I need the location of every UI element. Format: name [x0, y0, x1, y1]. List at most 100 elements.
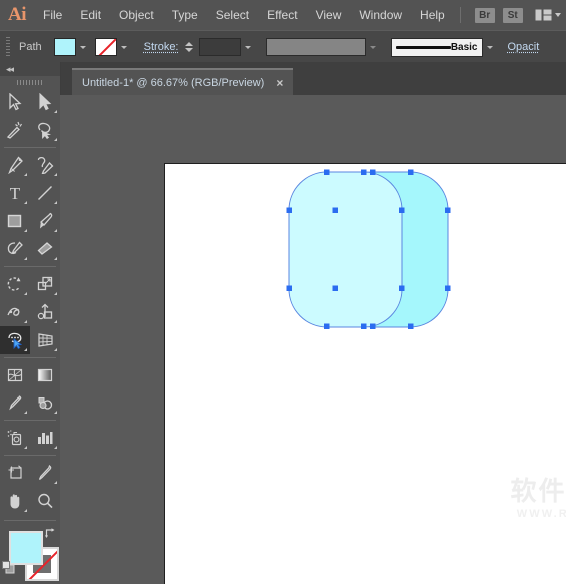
- mesh-tool[interactable]: [0, 361, 30, 389]
- line-segment-tool-icon: [38, 186, 52, 200]
- tool-group-indicator: [54, 173, 57, 176]
- menu-item-effect[interactable]: Effect: [258, 0, 306, 30]
- stroke-weight-input[interactable]: [198, 38, 241, 56]
- type-tool[interactable]: T: [0, 179, 30, 207]
- paintbrush-tool[interactable]: [30, 207, 60, 235]
- menu-item-object[interactable]: Object: [110, 0, 163, 30]
- eraser-tool[interactable]: [30, 235, 60, 263]
- bridge-button[interactable]: Br: [474, 7, 495, 23]
- brush-name-label: Basic: [450, 41, 478, 53]
- opacity-label[interactable]: Opacit: [508, 41, 540, 53]
- rectangle-tool-icon: [7, 214, 22, 228]
- shaper-tool[interactable]: [0, 235, 30, 263]
- app-logo: Ai: [8, 4, 27, 25]
- fill-stroke-proxy: [0, 525, 60, 584]
- brush-definition-field[interactable]: Basic: [390, 37, 483, 57]
- stroke-weight-dropdown-arrow[interactable]: [240, 38, 256, 56]
- tool-divider: [4, 420, 56, 421]
- slice-tool[interactable]: [30, 459, 60, 487]
- stroke-dropdown-arrow[interactable]: [116, 38, 132, 56]
- tool-divider: [4, 455, 56, 456]
- rectangle-tool[interactable]: [0, 207, 30, 235]
- lasso-tool[interactable]: [30, 116, 60, 144]
- scale-tool[interactable]: [30, 270, 60, 298]
- stroke-weight-label[interactable]: Stroke:: [144, 41, 179, 53]
- control-bar: Path Stroke: Basic Opacit: [0, 30, 566, 64]
- watermark: 软件自学网 WWW.RJZXW.COM: [503, 479, 566, 520]
- width-profile-dropdown-arrow[interactable]: [365, 38, 381, 56]
- width-tool[interactable]: [0, 298, 30, 326]
- stroke-weight-stepper[interactable]: [184, 38, 195, 56]
- brush-stroke-preview-icon: [395, 45, 451, 49]
- chevron-down-icon: [554, 13, 561, 17]
- menu-item-help[interactable]: Help: [411, 0, 454, 30]
- menu-item-select[interactable]: Select: [207, 0, 258, 30]
- stroke-swatch-none[interactable]: [94, 38, 117, 56]
- artboard-tool[interactable]: [0, 459, 30, 487]
- menu-item-file[interactable]: File: [34, 0, 71, 30]
- stroke-color-control[interactable]: [94, 38, 132, 56]
- tool-divider: [4, 266, 56, 267]
- direct-selection-tool[interactable]: [30, 88, 60, 116]
- fill-swatch[interactable]: [53, 38, 76, 56]
- selection-tool[interactable]: [0, 88, 30, 116]
- gradient-tool[interactable]: [30, 361, 60, 389]
- tool-group-indicator: [24, 320, 27, 323]
- menu-item-edit[interactable]: Edit: [71, 0, 110, 30]
- mesh-tool-icon: [7, 368, 23, 382]
- arrange-documents-icon: [535, 9, 552, 21]
- eyedropper-tool[interactable]: [0, 389, 30, 417]
- tool-divider: [4, 520, 56, 521]
- shaper-tool-icon: [7, 241, 23, 255]
- blend-tool[interactable]: [30, 389, 60, 417]
- rotate-tool[interactable]: [0, 270, 30, 298]
- brush-dropdown-arrow[interactable]: [482, 38, 498, 56]
- selection-type-label: Path: [19, 41, 42, 53]
- arrange-documents-button[interactable]: [535, 9, 561, 21]
- tools-panel-grip[interactable]: [0, 76, 60, 88]
- rounded-rectangle-front[interactable]: [288, 171, 403, 328]
- symbol-sprayer-tool-icon: [7, 430, 22, 446]
- menu-item-view[interactable]: View: [307, 0, 351, 30]
- width-profile-field[interactable]: [265, 38, 366, 56]
- stock-button[interactable]: St: [502, 7, 523, 23]
- zoom-tool[interactable]: [30, 487, 60, 515]
- shape-builder-tool[interactable]: [0, 326, 30, 354]
- tools-panel-header[interactable]: ◂◂: [0, 62, 60, 76]
- default-fill-stroke-icon[interactable]: [2, 561, 15, 574]
- tool-group-indicator: [24, 411, 27, 414]
- tool-group-indicator: [54, 411, 57, 414]
- fill-dropdown-arrow[interactable]: [75, 38, 91, 56]
- menu-item-type[interactable]: Type: [163, 0, 207, 30]
- tool-group-indicator: [54, 446, 57, 449]
- canvas-area[interactable]: 软件自学网 WWW.RJZXW.COM: [60, 95, 566, 584]
- control-bar-grip[interactable]: [3, 37, 13, 57]
- illustrator-window: Ai File Edit Object Type Select Effect V…: [0, 0, 566, 584]
- blend-tool-icon: [38, 397, 53, 410]
- tool-group-indicator: [24, 257, 27, 260]
- tool-divider: [4, 357, 56, 358]
- direct-selection-tool-icon: [39, 93, 52, 111]
- curvature-tool[interactable]: [30, 151, 60, 179]
- artboard[interactable]: 软件自学网 WWW.RJZXW.COM: [164, 163, 566, 584]
- swap-fill-stroke-icon[interactable]: [44, 527, 56, 539]
- free-transform-tool[interactable]: [30, 298, 60, 326]
- hand-tool[interactable]: [0, 487, 30, 515]
- curvature-tool-icon: [37, 157, 54, 174]
- tool-group-indicator: [24, 229, 27, 232]
- column-graph-tool[interactable]: [30, 424, 60, 452]
- line-segment-tool[interactable]: [30, 179, 60, 207]
- fill-proxy-swatch[interactable]: [9, 531, 43, 565]
- watermark-en-text: WWW.RJZXW.COM: [516, 508, 566, 520]
- document-tab[interactable]: Untitled-1* @ 66.67% (RGB/Preview) ×: [72, 68, 294, 95]
- pen-tool[interactable]: [0, 151, 30, 179]
- free-transform-tool-icon: [37, 303, 53, 320]
- symbol-sprayer-tool[interactable]: [0, 424, 30, 452]
- collapse-panel-icon[interactable]: ◂◂: [6, 64, 14, 75]
- menu-item-window[interactable]: Window: [350, 0, 411, 30]
- fill-color-control[interactable]: [53, 38, 91, 56]
- hand-tool-icon: [10, 494, 20, 509]
- close-icon[interactable]: ×: [276, 77, 283, 89]
- magic-wand-tool[interactable]: [0, 116, 30, 144]
- perspective-grid-tool[interactable]: [30, 326, 60, 354]
